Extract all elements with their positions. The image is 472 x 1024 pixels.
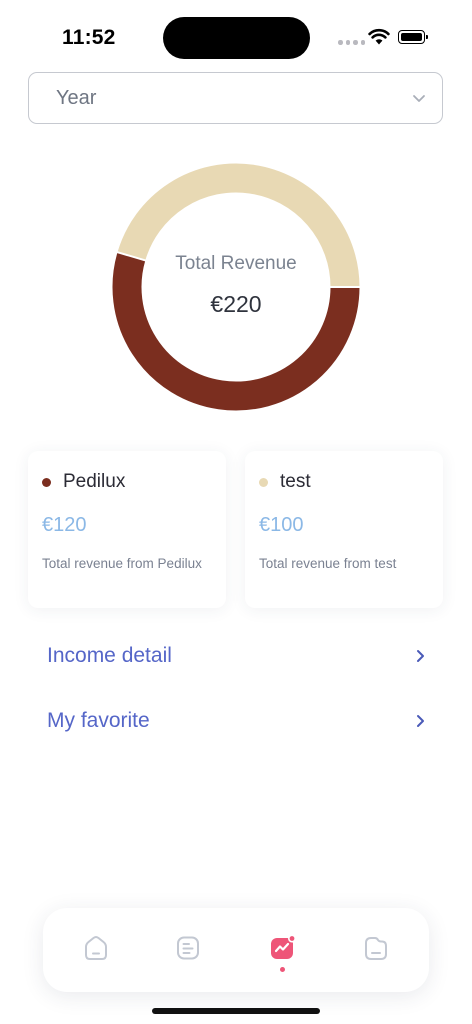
battery-icon — [398, 30, 428, 44]
card-description: Total revenue from test — [259, 556, 397, 571]
card-header: Pedilux — [42, 471, 125, 493]
home-indicator — [152, 1008, 320, 1014]
period-select-value: Year — [56, 86, 97, 109]
home-icon[interactable] — [82, 934, 110, 962]
chevron-right-icon — [417, 715, 424, 727]
card-amount: €120 — [42, 514, 87, 536]
status-time: 11:52 — [62, 26, 116, 49]
cellular-signal-icon — [338, 40, 365, 45]
chevron-down-icon — [413, 95, 425, 102]
chart-icon[interactable] — [269, 934, 297, 962]
revenue-donut-chart: Total Revenue €220 — [112, 163, 361, 411]
active-tab-indicator — [280, 967, 285, 972]
income-detail-label: Income detail — [47, 644, 172, 667]
donut-center: Total Revenue €220 — [112, 163, 360, 411]
card-description: Total revenue from Pedilux — [42, 556, 202, 571]
status-bar: 11:52 — [0, 0, 472, 76]
donut-title: Total Revenue — [175, 253, 297, 274]
income-detail-link[interactable]: Income detail — [47, 636, 427, 676]
dynamic-island — [163, 17, 310, 59]
revenue-card-pedilux[interactable]: Pedilux €120 Total revenue from Pedilux — [28, 451, 226, 608]
revenue-card-test[interactable]: test €100 Total revenue from test — [245, 451, 443, 608]
legend-dot — [259, 477, 268, 487]
period-select[interactable]: Year — [28, 72, 443, 124]
chevron-right-icon — [417, 650, 424, 662]
card-name: test — [280, 471, 311, 492]
profile-icon[interactable] — [362, 934, 390, 962]
card-header: test — [259, 471, 311, 493]
legend-dot — [42, 477, 51, 487]
wifi-icon — [368, 29, 390, 45]
card-name: Pedilux — [63, 471, 126, 492]
document-list-icon[interactable] — [174, 934, 202, 962]
my-favorite-label: My favorite — [47, 709, 150, 732]
my-favorite-link[interactable]: My favorite — [47, 701, 427, 741]
bottom-tab-bar — [43, 908, 429, 992]
card-amount: €100 — [259, 514, 304, 536]
donut-total-value: €220 — [210, 291, 262, 317]
